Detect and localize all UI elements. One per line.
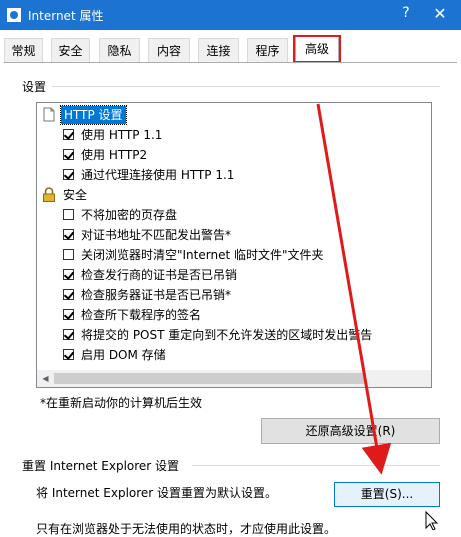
mouse-cursor-icon [425,510,439,530]
annotation-arrow-overlay [316,103,439,530]
annotation-arrow [316,103,392,475]
